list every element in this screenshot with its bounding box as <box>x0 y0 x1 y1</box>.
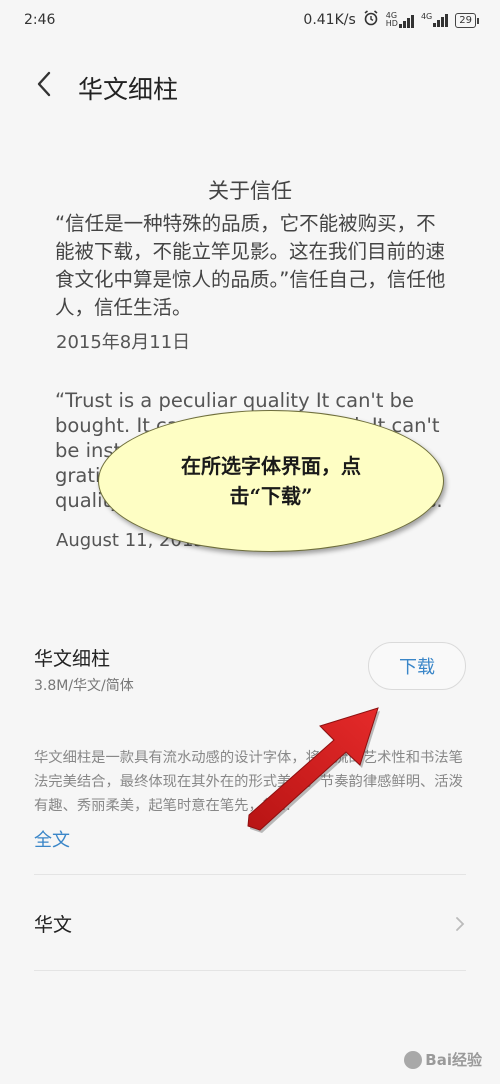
baidu-watermark: Bai经验 <box>404 1049 482 1070</box>
signal-1: 4G HD <box>386 12 414 28</box>
header: 华文细柱 <box>0 58 500 114</box>
signal-2: 4G <box>420 12 449 27</box>
font-info: 华文细柱 3.8M/华文/简体 下载 <box>0 636 500 716</box>
preview-date-chinese: 2015年8月11日 <box>56 332 191 353</box>
alarm-icon <box>363 10 379 30</box>
font-description: 华文细柱是一款具有流水动感的设计字体，将水流的艺术性和书法笔法完美结合，最终体现… <box>34 750 463 814</box>
page-title: 华文细柱 <box>78 75 179 104</box>
divider <box>34 970 466 971</box>
preview-title: 关于信任 <box>208 179 292 203</box>
battery-icon: 29 <box>455 12 479 28</box>
hd-label: HD <box>385 19 398 28</box>
signal-bars-2-icon <box>433 13 449 27</box>
font-name: 华文细柱 <box>34 648 111 670</box>
font-meta: 3.8M/华文/简体 <box>34 678 134 694</box>
baidu-paw-icon <box>404 1050 423 1069</box>
watermark-text: Bai经验 <box>425 1051 482 1069</box>
divider <box>34 874 466 875</box>
category-row[interactable]: 华文 <box>0 900 500 950</box>
preview-chinese-text: “信任是一种特殊的品质，它不能被购买，不能被下载，不能立竿见影。这在我们目前的速… <box>55 212 446 319</box>
category-label: 华文 <box>34 914 73 936</box>
callout-text: 在所选字体界面，点击“下载” <box>181 454 361 508</box>
network-speed: 0.41K/s <box>303 12 356 28</box>
chevron-right-icon <box>456 917 465 931</box>
signal-bars-1-icon <box>398 14 414 28</box>
download-button[interactable]: 下载 <box>368 642 466 690</box>
net-type-2: 4G <box>420 12 433 21</box>
chevron-left-icon <box>37 71 51 97</box>
status-icons: 0.41K/s 4G HD 4G 29 <box>303 10 479 30</box>
back-button[interactable] <box>28 68 60 100</box>
full-text-link[interactable]: 全文 <box>34 826 70 852</box>
status-bar: 2:46 0.41K/s 4G HD 4G 29 <box>0 0 500 42</box>
status-time: 2:46 <box>24 12 56 28</box>
instruction-callout: 在所选字体界面，点击“下载” <box>98 410 444 552</box>
